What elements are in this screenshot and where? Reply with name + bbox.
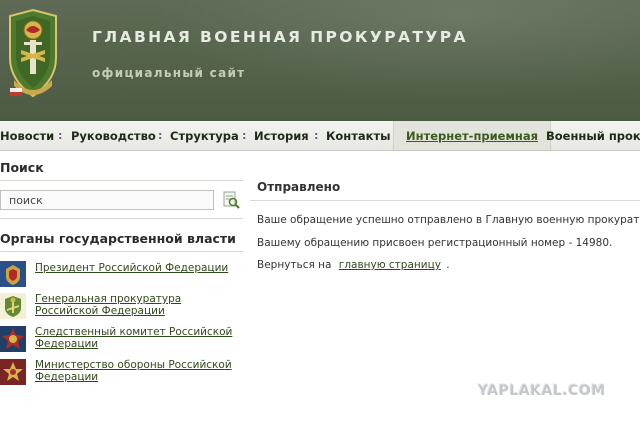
presidential-emblem-icon bbox=[0, 261, 26, 287]
site-subtitle: официальный сайт bbox=[92, 66, 246, 80]
nav-item-leadership[interactable]: Руководство bbox=[71, 121, 156, 150]
gov-link-label[interactable]: Министерство обороны Российской Федераци… bbox=[35, 359, 235, 383]
prosecutor-emblem-icon bbox=[0, 293, 26, 319]
investigative-committee-emblem-icon bbox=[0, 326, 26, 352]
divider bbox=[250, 200, 640, 201]
nav-item-internet-reception[interactable]: Интернет-приемная bbox=[393, 121, 551, 150]
gov-link-defense-ministry[interactable]: Министерство обороны Российской Федераци… bbox=[0, 359, 243, 389]
return-suffix: . bbox=[446, 259, 450, 271]
watermark: YAPLAKAL.COM bbox=[478, 383, 606, 399]
divider bbox=[0, 180, 243, 181]
gov-link-investigative-committee[interactable]: Следственный комитет Российской Федераци… bbox=[0, 326, 243, 356]
nav-item-structure[interactable]: Структура bbox=[170, 121, 239, 150]
nav-item-contacts[interactable]: Контакты bbox=[326, 121, 391, 150]
nav-separator: : bbox=[314, 129, 319, 142]
site-header: ГЛАВНАЯ ВОЕННАЯ ПРОКУРАТУРА официальный … bbox=[0, 0, 640, 121]
defense-ministry-emblem-icon bbox=[0, 359, 26, 385]
registration-number-message: Вашему обращению присвоен регистрационны… bbox=[257, 237, 613, 249]
home-page-link[interactable]: главную страницу bbox=[339, 259, 441, 271]
nav-separator: : bbox=[58, 129, 63, 142]
search-input[interactable] bbox=[0, 190, 214, 210]
return-prefix: Вернуться на bbox=[257, 259, 332, 271]
main-nav: Новости : Руководство : Структура : Исто… bbox=[0, 121, 640, 151]
gov-link-label[interactable]: Президент Российской Федерации bbox=[35, 262, 235, 274]
header-shine bbox=[150, 0, 640, 100]
page-title: Отправлено bbox=[257, 180, 341, 194]
nav-item-military-prosecutor[interactable]: Военный проку bbox=[546, 121, 640, 150]
gov-link-label[interactable]: Следственный комитет Российской Федераци… bbox=[35, 326, 235, 350]
site-title: ГЛАВНАЯ ВОЕННАЯ ПРОКУРАТУРА bbox=[92, 28, 468, 46]
return-message: Вернуться на главную страницу . bbox=[257, 259, 450, 271]
nav-item-news[interactable]: Новости bbox=[0, 121, 54, 150]
search-button-icon[interactable] bbox=[222, 191, 240, 209]
nav-separator: : bbox=[242, 129, 247, 142]
nav-item-history[interactable]: История bbox=[254, 121, 309, 150]
prosecutor-emblem-icon[interactable] bbox=[4, 6, 62, 102]
divider bbox=[0, 218, 243, 219]
gov-bodies-heading: Органы государственной власти bbox=[0, 231, 236, 246]
gov-link-label[interactable]: Генеральная прокуратура Российской Федер… bbox=[35, 293, 235, 317]
gov-link-prosecutor-general[interactable]: Генеральная прокуратура Российской Федер… bbox=[0, 293, 243, 323]
divider bbox=[0, 251, 243, 252]
success-message: Ваше обращение успешно отправлено в Глав… bbox=[257, 214, 640, 226]
search-heading: Поиск bbox=[0, 160, 44, 175]
gov-link-president[interactable]: Президент Российской Федерации bbox=[0, 261, 243, 291]
nav-separator: : bbox=[158, 129, 163, 142]
